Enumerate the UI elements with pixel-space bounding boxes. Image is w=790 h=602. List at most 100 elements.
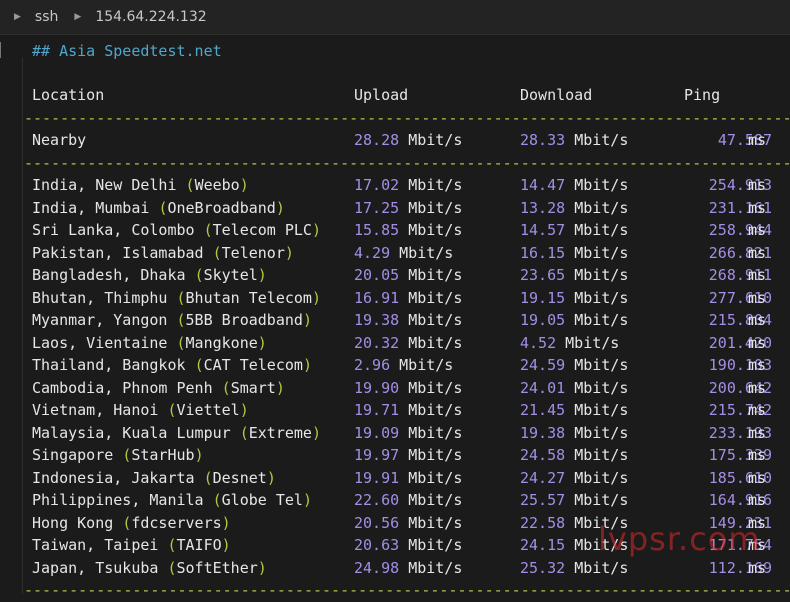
result-row: Bangladesh, Dhaka (Skytel) 20.05 Mbit/s 23…: [24, 264, 790, 287]
upload-cell: 20.05 Mbit/s: [354, 264, 462, 287]
location-cell: Taiwan, Taipei (TAIFO): [32, 534, 231, 557]
ping-unit: ms: [748, 558, 767, 577]
unit-label: Mbit/s: [565, 333, 620, 352]
place-text: Pakistan, Islamabad: [32, 243, 204, 262]
provider-close-paren: ): [257, 266, 267, 284]
ping-unit: ms: [748, 198, 767, 217]
upload-value: 19.71: [354, 401, 400, 419]
provider-text: Weebo: [194, 176, 240, 194]
download-value: 14.47: [520, 176, 566, 194]
location-cell: Hong Kong (fdcservers): [32, 512, 231, 535]
provider-text: Mangkone: [185, 333, 258, 352]
place-text: Sri Lanka, Colombo: [32, 221, 195, 239]
unit-label: Mbit/s: [408, 221, 463, 239]
upload-cell: 4.29 Mbit/s: [354, 242, 453, 265]
provider-text: CAT Telecom: [203, 356, 303, 374]
unit-label: Mbit/s: [408, 311, 463, 329]
download-value: 24.27: [520, 468, 566, 487]
provider-text: StarHub: [131, 446, 195, 464]
location-cell: Malaysia, Kuala Lumpur (Extreme): [32, 422, 321, 445]
download-value: 19.05: [520, 311, 566, 329]
download-value: 16.15: [520, 243, 566, 262]
provider-close-paren: ): [221, 536, 231, 554]
location-cell: Philippines, Manila (Globe Tel): [32, 489, 312, 512]
unit-label: Mbit/s: [408, 491, 463, 509]
provider-open-paren: (: [194, 266, 204, 284]
download-value: 24.58: [520, 446, 566, 464]
upload-cell: 15.85 Mbit/s: [354, 219, 462, 242]
download-value: 14.57: [520, 221, 566, 239]
download-value: 24.15: [520, 536, 566, 554]
download-cell: 19.15 Mbit/s: [520, 287, 628, 310]
download-cell: 24.59 Mbit/s: [520, 354, 628, 377]
provider-text: fdcservers: [131, 513, 222, 532]
fold-marker: [0, 42, 5, 58]
header-download: Download: [520, 86, 593, 104]
unit-label: Mbit/s: [574, 558, 629, 577]
place-text: Laos, Vientaine: [32, 333, 168, 352]
upload-cell: 19.90 Mbit/s: [354, 377, 462, 400]
unit-label: Mbit/s: [574, 378, 629, 397]
ping-unit: ms: [748, 333, 767, 352]
location-cell: Myanmar, Yangon (5BB Broadband): [32, 309, 312, 332]
result-row: India, Mumbai (OneBroadband) 17.25 Mbit/s…: [24, 197, 790, 220]
place-text: Japan, Tsukuba: [32, 558, 159, 577]
provider-open-paren: (: [194, 356, 204, 374]
download-value: 4.52: [520, 333, 557, 352]
download-cell: 19.05 Mbit/s: [520, 309, 628, 332]
upload-value: 17.02: [354, 176, 400, 194]
download-value: 24.01: [520, 378, 566, 397]
ping-unit: ms: [748, 401, 767, 419]
unit-label: Mbit/s: [408, 176, 463, 194]
upload-value: 15.85: [354, 221, 400, 239]
ping-unit: ms: [748, 221, 767, 239]
result-row: Philippines, Manila (Globe Tel) 22.60 Mbi…: [24, 489, 790, 512]
location-cell: Indonesia, Jakarta (Desnet): [32, 467, 276, 490]
download-cell: 14.47 Mbit/s: [520, 174, 628, 197]
result-row: Malaysia, Kuala Lumpur (Extreme) 19.09 Mb…: [24, 422, 790, 445]
upload-cell: 19.71 Mbit/s: [354, 399, 462, 422]
upload-value: 19.09: [354, 423, 400, 442]
download-value: 13.28: [520, 198, 566, 217]
unit-label: Mbit/s: [574, 491, 629, 509]
unit-label: Mbit/s: [408, 288, 463, 307]
unit-label: Mbit/s: [408, 333, 463, 352]
place-text: Philippines, Manila: [32, 491, 204, 509]
column-header-row: Location Upload Download Ping: [24, 84, 790, 107]
upload-value: 19.90: [354, 378, 400, 397]
provider-close-paren: ): [311, 221, 321, 239]
upload-value: 22.60: [354, 491, 400, 509]
upload-cell: 22.60 Mbit/s: [354, 489, 462, 512]
divider-line: ----------------------------------------…: [24, 581, 790, 599]
place-text: Bhutan, Thimphu: [32, 288, 168, 307]
upload-cell: 20.63 Mbit/s: [354, 534, 462, 557]
section-heading: ## Asia Speedtest.net: [32, 42, 222, 60]
provider-text: Smart: [230, 378, 276, 397]
upload-value: 24.98: [354, 558, 400, 577]
download-cell: 24.27 Mbit/s: [520, 467, 628, 490]
provider-open-paren: (: [212, 243, 222, 262]
provider-close-paren: ): [221, 513, 231, 532]
download-cell: 4.52 Mbit/s: [520, 332, 619, 355]
location-cell: Singapore (StarHub): [32, 444, 204, 467]
place-text: Thailand, Bangkok: [32, 356, 186, 374]
place-text: Hong Kong: [32, 513, 114, 532]
upload-value: 20.32: [354, 333, 400, 352]
place-text: Bangladesh, Dhaka: [32, 266, 186, 284]
breadcrumb-ssh[interactable]: ssh: [35, 9, 58, 25]
location-cell: Laos, Vientaine (Mangkone): [32, 332, 267, 355]
unit-label: Mbit/s: [574, 356, 629, 374]
unit-label: Mbit/s: [574, 446, 629, 464]
unit-label: Mbit/s: [408, 378, 463, 397]
ping-unit: ms: [748, 311, 767, 329]
place-text: India, Mumbai: [32, 198, 150, 217]
nearby-download-value: 28.33: [520, 131, 566, 149]
unit-label: Mbit/s: [408, 468, 463, 487]
upload-value: 19.38: [354, 311, 400, 329]
download-cell: 19.38 Mbit/s: [520, 422, 628, 445]
location-cell: Sri Lanka, Colombo (Telecom PLC): [32, 219, 321, 242]
download-value: 25.32: [520, 558, 566, 577]
breadcrumb-host[interactable]: 154.64.224.132: [95, 9, 206, 25]
upload-cell: 2.96 Mbit/s: [354, 354, 453, 377]
place-text: India, New Delhi: [32, 176, 177, 194]
